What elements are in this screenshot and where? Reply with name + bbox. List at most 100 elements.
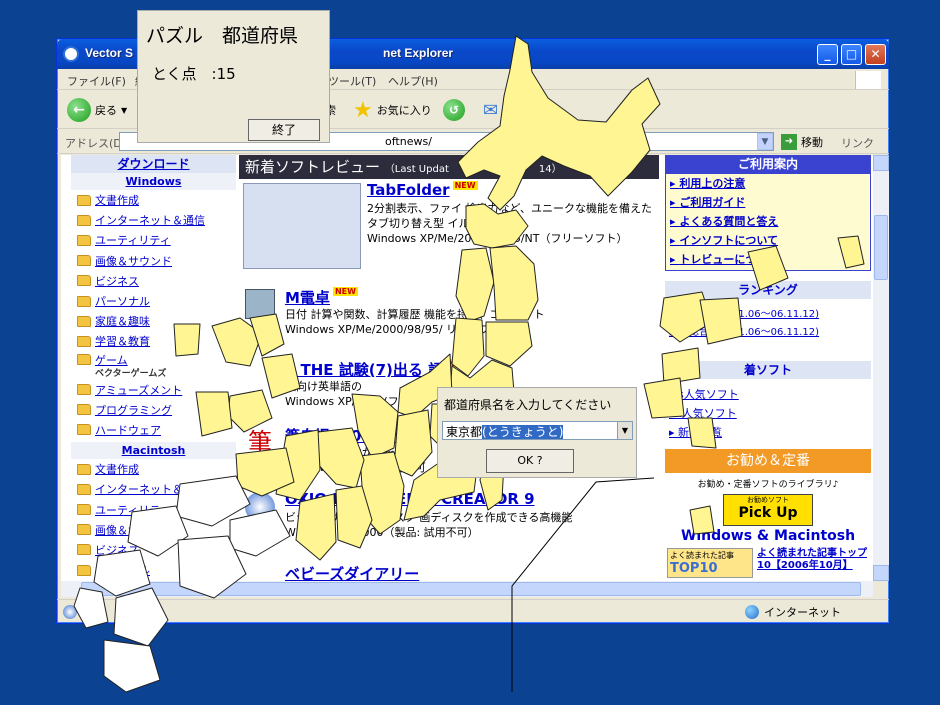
category-item[interactable]: インターネット＆通信 xyxy=(71,479,236,499)
category-item[interactable]: 文書作成 xyxy=(71,190,236,210)
prefecture-input-dialog: 都道府県名を入力してください 東京都(とうきょうと) ▼ OK ? xyxy=(437,387,637,478)
software-name[interactable]: TabFolder NEW xyxy=(367,181,478,199)
software-description: 日付 計算や関数、計算履歴 機能を持つ、コンパクト Windows XP/Me/2… xyxy=(285,308,545,336)
end-button[interactable]: 終了 xyxy=(248,119,320,141)
windows-flag-icon xyxy=(855,71,881,89)
software-entry: OXIO EASY MEDIA CREATOR 9 ビジョンサイズのディスク 画… xyxy=(239,490,659,560)
category-item[interactable]: アミューズメント xyxy=(71,380,236,400)
ranking-list: 週間総合 (06.11.06〜06.11.12) 週間総合 (06.11.06〜… xyxy=(665,299,871,347)
scroll-up-button[interactable] xyxy=(873,155,889,171)
history-button[interactable]: ↺ xyxy=(443,97,465,123)
recommend-subtitle: お勧め・定番ソフトのライブラリ♪ xyxy=(697,480,839,490)
top10-banner[interactable]: よく読まれた記事 TOP10 よく読まれた記事トップ10【2006年10月】 xyxy=(665,548,871,578)
mac-category-list: 文書作成 インターネット＆通信 ユーティリティ 画像＆サウンド ビジネス パーソ… xyxy=(71,459,236,580)
reviews-heading: 新着ソフトレビュー （Last Updat 14） xyxy=(239,155,659,179)
folder-icon xyxy=(77,214,91,226)
guide-link[interactable]: ▸ よくある質問と答え xyxy=(666,212,870,231)
category-item[interactable]: パーソナル xyxy=(71,560,236,580)
prefecture-select[interactable]: 東京都(とうきょうと) ▼ xyxy=(442,421,633,440)
minimize-button[interactable]: _ xyxy=(817,44,838,65)
ranking-link[interactable]: 週間総合 (06.11.06〜06.11.12) xyxy=(665,323,871,341)
category-item[interactable]: 家庭＆趣味 xyxy=(71,311,236,331)
software-name[interactable]: 筆自慢2007simple xyxy=(285,425,428,446)
calculator-icon xyxy=(245,289,275,319)
ranking-heading[interactable]: ランキング xyxy=(665,281,871,299)
status-bar: インターネット xyxy=(57,599,889,623)
favorites-button[interactable]: ★ お気に入り xyxy=(353,97,432,123)
chevron-down-icon[interactable]: ▼ xyxy=(617,422,632,439)
new-software-reviews: 新着ソフトレビュー （Last Updat 14） TabFolder NEW 2分… xyxy=(239,155,659,581)
pickup-banner[interactable]: お勧めソフト Pick Up xyxy=(723,494,813,526)
folder-icon xyxy=(77,234,91,246)
guide-links: ▸ 利用上の注意 ▸ ご利用ガイド ▸ よくある質問と答え ▸ インソフトについ… xyxy=(665,173,871,271)
ok-button[interactable]: OK ? xyxy=(486,449,574,473)
horizontal-scroll-thumb[interactable] xyxy=(81,582,861,596)
new-software-link[interactable]: sh人気ソフト xyxy=(665,404,871,423)
category-item[interactable]: 画像＆サウンド xyxy=(71,520,236,540)
horizontal-scrollbar[interactable] xyxy=(61,581,873,597)
folder-icon xyxy=(77,483,91,495)
ranking-link[interactable]: 週間総合 (06.11.06〜06.11.12) xyxy=(665,305,871,323)
category-item[interactable]: ユーティリティ xyxy=(71,499,236,519)
category-item[interactable]: 学習＆教育 xyxy=(71,331,236,351)
scroll-down-button[interactable] xyxy=(873,565,889,581)
address-label: アドレス(D) xyxy=(65,137,127,150)
go-button[interactable]: ➜ 移動 xyxy=(781,134,823,150)
maximize-button[interactable]: □ xyxy=(841,44,862,65)
software-entry: TabFolder NEW 2分割表示、ファイ 検出力など、ユニークな機能を備えた… xyxy=(239,181,659,276)
back-button[interactable]: ← 戻る ▼ xyxy=(67,97,127,123)
software-name[interactable]: OXIO EASY MEDIA CREATOR 9 xyxy=(285,490,535,508)
category-item[interactable]: ハードウェア xyxy=(71,420,236,440)
folder-icon xyxy=(77,354,91,365)
category-item[interactable]: 画像＆サウンド xyxy=(71,251,236,271)
back-arrow-icon: ← xyxy=(67,98,91,122)
category-item[interactable]: ユーティリティ xyxy=(71,230,236,250)
category-item[interactable]: ゲーム xyxy=(71,352,236,368)
menu-file[interactable]: ファイル(F) xyxy=(67,73,126,89)
new-software-link[interactable]: ws人気ソフト xyxy=(665,385,871,404)
mail-button[interactable]: ✉ xyxy=(483,97,498,123)
category-item[interactable]: インターネット＆通信 xyxy=(71,210,236,230)
scroll-thumb[interactable] xyxy=(874,215,888,280)
new-software-list: ws人気ソフト sh人気ソフト ▸ 新着一覧 xyxy=(665,379,871,441)
new-software-heading[interactable]: 着ソフト xyxy=(665,361,871,379)
guide-link[interactable]: ▸ インソフトについて xyxy=(666,231,870,250)
software-name[interactable]: E THE 試験(7)出る 語 NEW xyxy=(285,359,472,380)
download-heading[interactable]: ダウンロード xyxy=(71,155,236,173)
software-entry: ベビーズダイアリー xyxy=(239,563,659,581)
folder-icon xyxy=(77,194,91,206)
software-entry: M電卓 NEW 日付 計算や関数、計算履歴 機能を持つ、コンパクト Windows … xyxy=(239,287,659,357)
vertical-scrollbar[interactable] xyxy=(873,155,889,581)
category-item[interactable]: 文書作成 xyxy=(71,459,236,479)
screenshot-thumbnail[interactable] xyxy=(243,183,361,269)
folder-icon xyxy=(77,504,91,516)
menu-help[interactable]: ヘルプ(H) xyxy=(388,73,438,89)
guide-link[interactable]: ▸ ご利用ガイド xyxy=(666,193,870,212)
category-item[interactable]: ビジネス xyxy=(71,540,236,560)
software-name[interactable]: M電卓 NEW xyxy=(285,287,358,308)
close-button[interactable]: ✕ xyxy=(865,44,886,65)
folder-icon xyxy=(77,404,91,416)
guide-link[interactable]: ▸ トレビューについて xyxy=(666,250,870,269)
category-item[interactable]: プログラミング xyxy=(71,400,236,420)
brush-icon: 筆 xyxy=(248,428,272,456)
vector-games-logo[interactable]: ベクターゲームズ xyxy=(71,368,236,380)
menu-tools[interactable]: ツール(T) xyxy=(328,73,376,89)
new-software-link[interactable]: ▸ 新着一覧 xyxy=(665,423,871,442)
windows-macintosh-link[interactable]: Windows & Macintosh xyxy=(665,528,871,544)
macintosh-heading[interactable]: Macintosh xyxy=(71,442,236,460)
prefecture-miyazaki-kagoshima xyxy=(103,639,161,693)
links-button[interactable]: リンク xyxy=(841,135,874,151)
windows-heading[interactable]: Windows xyxy=(71,173,236,190)
category-item[interactable]: ビジネス xyxy=(71,271,236,291)
address-dropdown-button[interactable]: ▼ xyxy=(757,133,773,150)
recommend-heading[interactable]: お勧め＆定番 xyxy=(665,449,871,473)
folder-icon xyxy=(77,463,91,475)
mail-icon: ✉ xyxy=(483,99,499,121)
guide-link[interactable]: ▸ 利用上の注意 xyxy=(666,174,870,193)
dialog-prompt: 都道府県名を入力してください xyxy=(444,398,612,412)
category-item[interactable]: パーソナル xyxy=(71,291,236,311)
folder-icon xyxy=(77,384,91,396)
software-name[interactable]: ベビーズダイアリー xyxy=(285,563,419,581)
page-icon xyxy=(63,605,77,619)
